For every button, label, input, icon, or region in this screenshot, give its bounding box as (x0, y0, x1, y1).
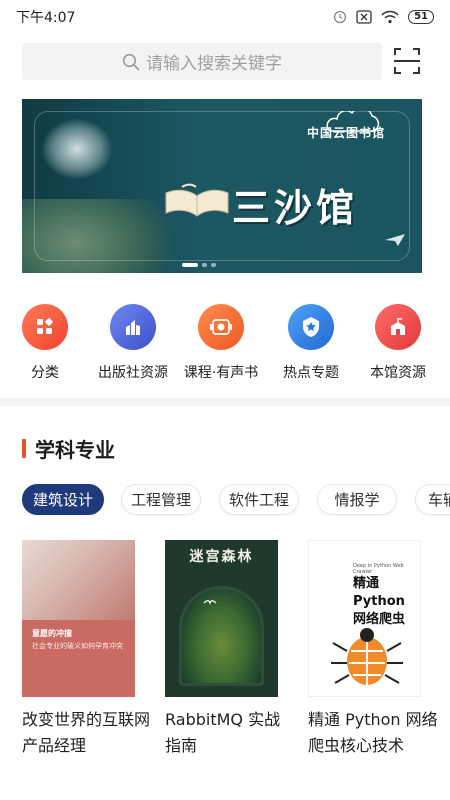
menu-label: 本馆资源 (370, 365, 426, 381)
section-divider (0, 398, 450, 406)
search-placeholder: 请输入搜索关键字 (146, 54, 282, 74)
section-header: 学科专业 (22, 434, 115, 463)
menu-label: 出版社资源 (98, 365, 168, 381)
status-icons: 51 (333, 10, 434, 24)
subject-chip-list: 建筑设计 工程管理 软件工程 情报学 车辆 (22, 484, 450, 516)
book-cover[interactable]: Deep in Python Web Crawler 精通Python 网络爬虫 (308, 540, 421, 697)
banner-pagination (182, 263, 216, 267)
cover-subtitle-text: Deep in Python Web Crawler (353, 563, 404, 575)
chip-software-engineering[interactable]: 软件工程 (219, 484, 299, 515)
battery-indicator: 51 (408, 10, 434, 24)
book-cover[interactable]: 意愿的冲撞 社会专业的破义如何孕育冲突 (22, 540, 135, 697)
cover-title-text: 意愿的冲撞 (32, 629, 72, 638)
chip-engineering-management[interactable]: 工程管理 (121, 484, 201, 515)
chip-information-science[interactable]: 情报学 (317, 484, 397, 515)
chip-vehicle[interactable]: 车辆 (415, 484, 450, 515)
building-icon (110, 304, 156, 350)
book-cover[interactable]: 迷宫森林 (165, 540, 278, 697)
pagination-dot[interactable] (182, 263, 198, 267)
library-icon (375, 304, 421, 350)
book-card[interactable]: 意愿的冲撞 社会专业的破义如何孕育冲突 改变世界的互联网产品经理 (22, 540, 150, 759)
star-badge-icon (288, 304, 334, 350)
search-input[interactable]: 请输入搜索关键字 (22, 43, 382, 80)
wifi-icon (381, 10, 399, 24)
cover-subtitle-text: 社会专业的破义如何孕育冲突 (32, 642, 123, 650)
scan-icon[interactable] (393, 47, 421, 75)
book-card[interactable]: 迷宫森林 RabbitMQ 实战指南 (165, 540, 281, 759)
cover-illustration (179, 586, 264, 686)
quick-menu: 分类 出版社资源 课程·有声书 热点专题 本馆资源 (0, 304, 450, 384)
banner-title: 三沙馆 (232, 185, 359, 230)
menu-label: 热点专题 (283, 365, 339, 381)
bird-icon (203, 600, 217, 606)
book-title[interactable]: RabbitMQ 实战指南 (165, 707, 295, 759)
banner-carousel[interactable]: 中国云图书馆 三沙馆 (22, 99, 422, 273)
status-bar: 下午4:07 51 (0, 0, 450, 34)
alarm-icon (333, 10, 347, 24)
menu-label: 分类 (31, 365, 59, 381)
sim-icon (356, 10, 372, 24)
menu-item-publisher[interactable]: 出版社资源 (88, 304, 178, 382)
paper-plane-icon (385, 234, 405, 246)
menu-item-library-resources[interactable]: 本馆资源 (353, 304, 443, 382)
section-accent-bar (22, 439, 26, 458)
audio-icon (198, 304, 244, 350)
search-icon (122, 53, 140, 70)
bug-illustration-icon (331, 628, 403, 685)
menu-item-courses-audio[interactable]: 课程·有声书 (176, 304, 266, 382)
cover-photo (22, 540, 135, 620)
cover-title-text: 迷宫森林 (189, 549, 254, 565)
grid-icon (22, 304, 68, 350)
menu-item-hot-topics[interactable]: 热点专题 (266, 304, 356, 382)
pagination-dot[interactable] (202, 263, 207, 267)
chip-architecture-design[interactable]: 建筑设计 (22, 484, 104, 515)
menu-label: 课程·有声书 (183, 365, 259, 381)
open-book-icon (165, 183, 229, 217)
section-title: 学科专业 (35, 438, 115, 462)
status-time: 下午4:07 (16, 10, 76, 26)
book-title[interactable]: 精通 Python 网络爬虫核心技术 (308, 707, 438, 759)
pagination-dot[interactable] (211, 263, 216, 267)
menu-item-category[interactable]: 分类 (0, 304, 90, 382)
book-title[interactable]: 改变世界的互联网产品经理 (22, 707, 152, 759)
banner-logo-text: 中国云图书馆 (307, 126, 386, 140)
book-card[interactable]: Deep in Python Web Crawler 精通Python 网络爬虫… (308, 540, 438, 759)
